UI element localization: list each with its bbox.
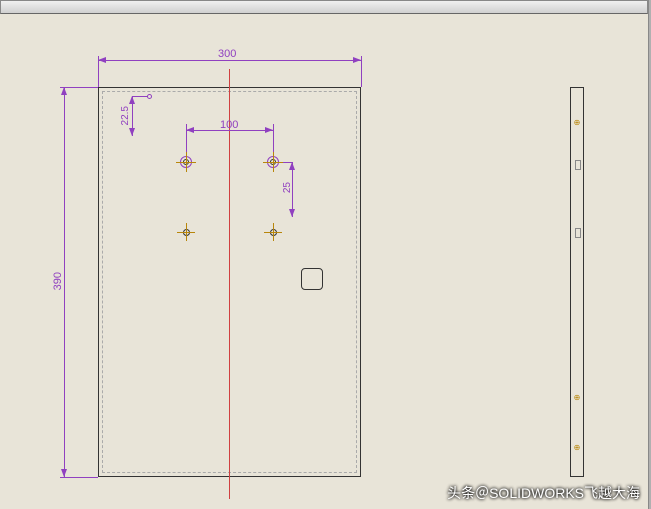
dim-25-text: 25 bbox=[282, 182, 293, 193]
dim-ext-line bbox=[60, 477, 98, 478]
side-hole-mark: ⊕ bbox=[574, 393, 581, 402]
vertical-centerline bbox=[229, 69, 230, 499]
hole-centermark bbox=[186, 223, 187, 241]
dim-22p5-text: 22.5 bbox=[120, 106, 131, 125]
dim-arrow bbox=[186, 127, 194, 133]
hole-centermark bbox=[273, 223, 274, 241]
side-slot bbox=[575, 228, 581, 238]
dim-arrow bbox=[61, 469, 67, 477]
hole-top-small bbox=[147, 94, 152, 99]
dim-height-line bbox=[64, 87, 65, 477]
dim-ext-line bbox=[361, 56, 362, 87]
dim-width-line bbox=[98, 60, 361, 61]
dim-arrow bbox=[265, 127, 273, 133]
dim-arrow bbox=[129, 96, 135, 104]
dim-arrow bbox=[353, 57, 361, 63]
dim-arrow bbox=[289, 162, 295, 170]
rounded-square-cutout bbox=[301, 268, 323, 290]
side-hole-mark: ⊕ bbox=[574, 118, 581, 127]
side-hole-mark: ⊕ bbox=[574, 443, 581, 452]
dim-arrow bbox=[61, 87, 67, 95]
dim-width-text: 300 bbox=[218, 48, 236, 60]
dim-height-text: 390 bbox=[52, 272, 64, 290]
hole-centermark bbox=[186, 152, 187, 172]
window-titlebar bbox=[0, 0, 648, 14]
dim-arrow bbox=[129, 128, 135, 136]
dim-100-text: 100 bbox=[220, 119, 238, 131]
side-slot bbox=[575, 160, 581, 170]
hole-centermark bbox=[273, 152, 274, 172]
watermark-text: 头条＠SOLIDWORKS飞越大海 bbox=[447, 483, 640, 503]
side-view-plate: ⊕ ⊕ ⊕ bbox=[570, 87, 584, 477]
drawing-canvas[interactable]: 300 390 22.5 100 25 bbox=[0, 14, 648, 509]
dim-arrow bbox=[98, 57, 106, 63]
dim-arrow bbox=[289, 209, 295, 217]
